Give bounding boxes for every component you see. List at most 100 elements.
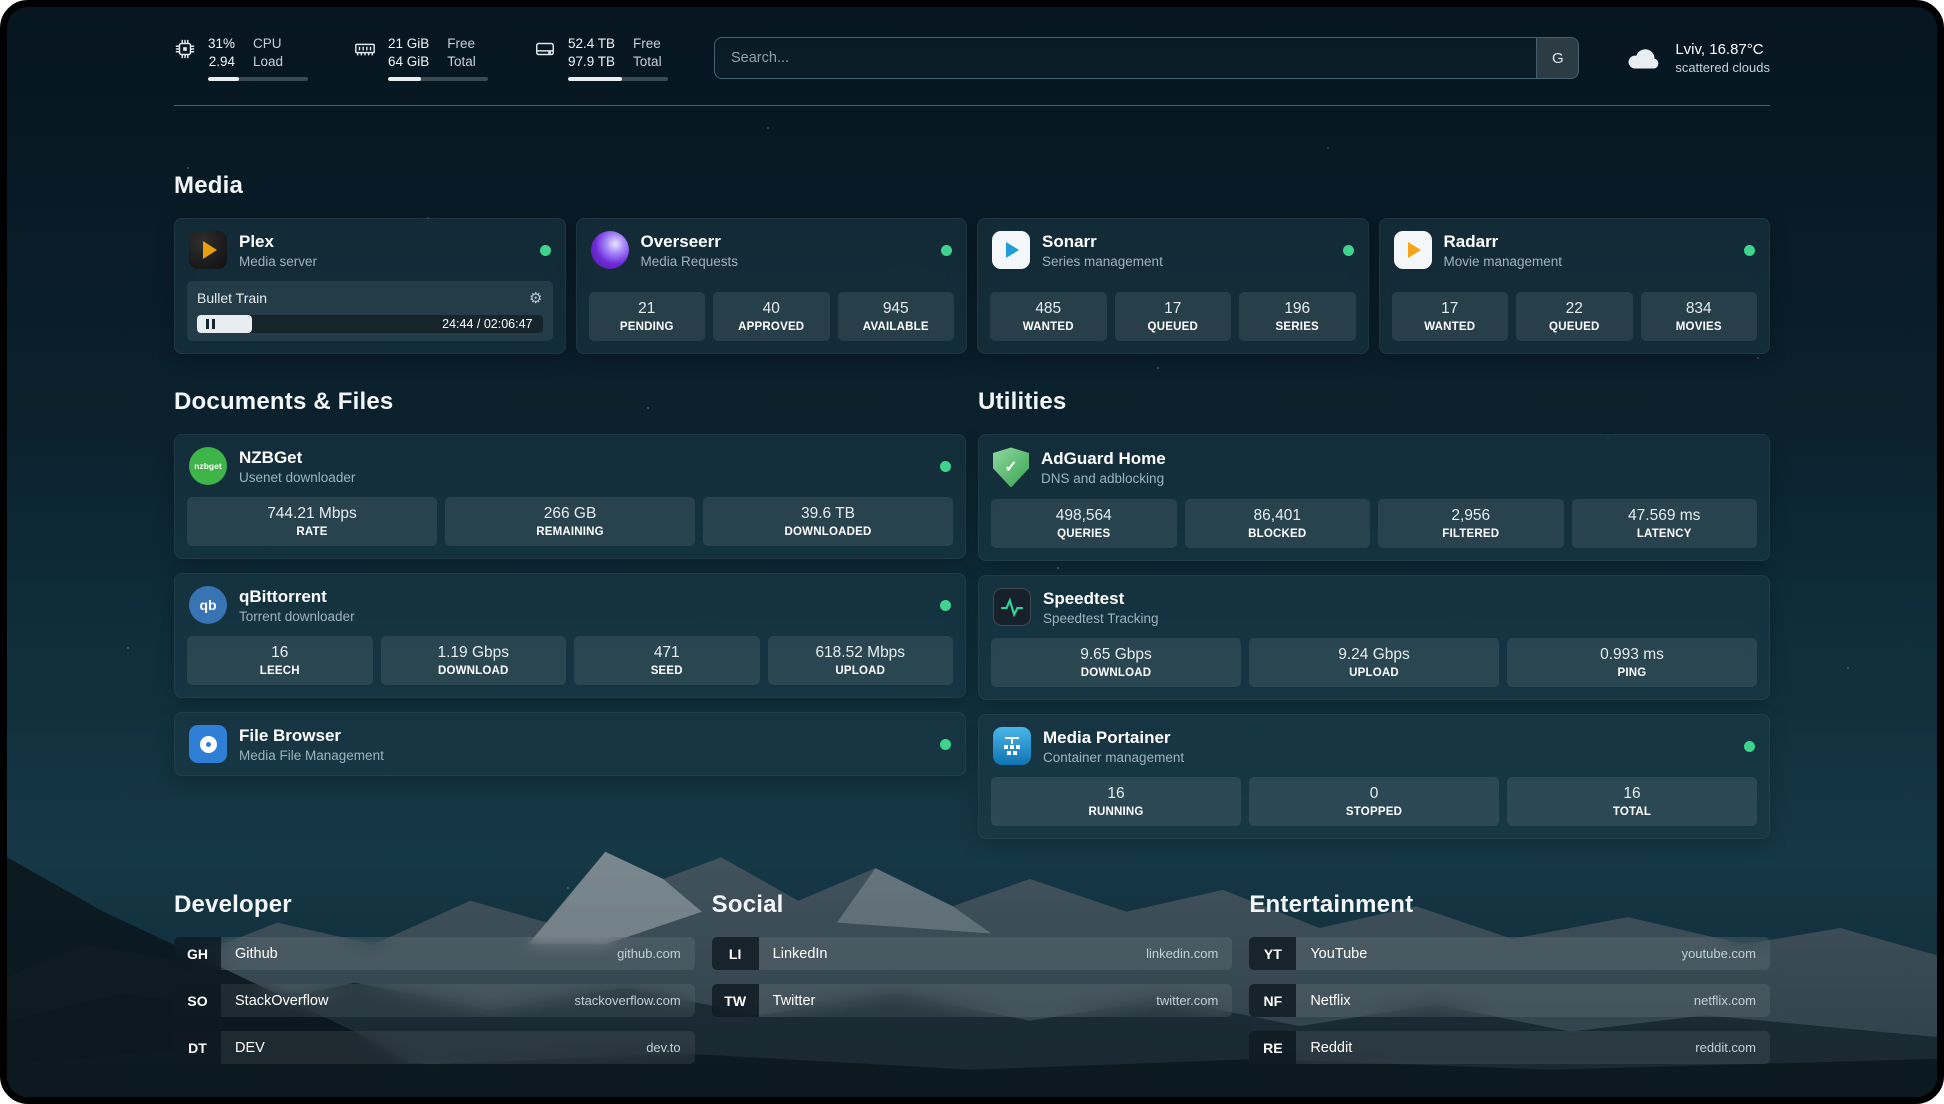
bookmark-abbr: SO [174,984,221,1017]
service-link-overseerr[interactable]: Overseerr Media Requests [577,219,967,281]
service-card-adguard: ✓ AdGuard Home DNS and adblocking 498,56… [978,434,1770,561]
service-name: File Browser [239,726,384,746]
bookmark-row-linkedin[interactable]: LI LinkedIn linkedin.com [712,937,1233,970]
service-subtitle: Series management [1042,254,1163,269]
service-card-portainer: Media Portainer Container management 16R… [978,714,1770,839]
portainer-icon [993,727,1031,765]
service-link-portainer[interactable]: Media Portainer Container management [979,715,1769,777]
cpu-label: CPU [253,35,283,53]
service-card-nzbget: nzbget NZBGet Usenet downloader 744.21 M… [174,434,966,559]
service-card-plex: Plex Media server Bullet Train ⚙ [174,218,566,354]
service-subtitle: Speedtest Tracking [1043,611,1159,626]
cpu-progress-bar [208,77,308,81]
stat-box: 196SERIES [1239,292,1356,341]
service-link-sonarr[interactable]: Sonarr Series management [978,219,1368,281]
bookmark-url: linkedin.com [1132,937,1232,970]
bookmark-abbr: LI [712,937,759,970]
service-link-radarr[interactable]: Radarr Movie management [1380,219,1770,281]
resource-widgets: 31% 2.94 CPU Load [174,35,668,81]
weather-location: Lviv, 16.87°C [1675,41,1770,58]
stat-box: 47.569 msLATENCY [1572,499,1758,548]
service-name: Overseerr [641,232,739,252]
status-dot [1744,245,1755,256]
bookmark-row-twitter[interactable]: TW Twitter twitter.com [712,984,1233,1017]
nzbget-icon: nzbget [189,447,227,485]
status-dot [940,600,951,611]
bookmark-name: DEV [221,1031,632,1064]
bookmark-row-youtube[interactable]: YT YouTube youtube.com [1249,937,1770,970]
bookmark-url: github.com [603,937,695,970]
service-subtitle: Torrent downloader [239,609,355,624]
disk-total-value: 97.9 TB [568,53,615,71]
stat-box: 744.21 MbpsRATE [187,497,437,546]
stat-box: 0.993 msPING [1507,638,1757,687]
bookmark-row-stackoverflow[interactable]: SO StackOverflow stackoverflow.com [174,984,695,1017]
pause-icon[interactable] [206,319,215,329]
memory-progress-bar [388,77,488,81]
topbar-divider [174,105,1770,106]
stat-box: 16RUNNING [991,777,1241,826]
service-name: Media Portainer [1043,728,1184,748]
search-provider-button[interactable]: G [1536,38,1578,78]
bookmark-row-github[interactable]: GH Github github.com [174,937,695,970]
playback-progress-bar[interactable]: 24:44 / 02:06:47 [197,315,543,333]
stat-box: 945AVAILABLE [838,292,955,341]
stat-box: 16LEECH [187,636,373,685]
service-name: Plex [239,232,317,252]
bookmark-url: reddit.com [1681,1031,1770,1064]
bookmark-abbr: NF [1249,984,1296,1017]
adguard-shield-icon: ✓ [993,447,1029,487]
bookmark-row-netflix[interactable]: NF Netflix netflix.com [1249,984,1770,1017]
service-link-plex[interactable]: Plex Media server [175,219,565,281]
bookmark-row-dev[interactable]: DT DEV dev.to [174,1031,695,1064]
bookmark-abbr: TW [712,984,759,1017]
service-link-filebrowser[interactable]: File Browser Media File Management [175,713,965,775]
service-subtitle: Usenet downloader [239,470,355,485]
stat-box: 39.6 TBDOWNLOADED [703,497,953,546]
sonarr-icon [992,231,1030,269]
bookmark-name: Reddit [1296,1031,1681,1064]
service-link-nzbget[interactable]: nzbget NZBGet Usenet downloader [175,435,965,497]
service-link-qbittorrent[interactable]: qb qBittorrent Torrent downloader [175,574,965,636]
service-link-speedtest[interactable]: Speedtest Speedtest Tracking [979,576,1769,638]
service-subtitle: DNS and adblocking [1041,471,1166,486]
service-card-radarr: Radarr Movie management 17WANTED 22QUEUE… [1379,218,1771,354]
radarr-icon [1394,231,1432,269]
section-title-media: Media [174,172,1770,200]
settings-icon[interactable]: ⚙ [529,289,542,307]
bookmark-abbr: YT [1249,937,1296,970]
stat-box: 266 GBREMAINING [445,497,695,546]
cpu-load-label: Load [253,53,283,71]
search-input[interactable] [714,37,1579,79]
cloud-icon [1625,43,1663,73]
bookmark-name: Netflix [1296,984,1680,1017]
disk-progress-bar [568,77,668,81]
stat-box: 86,401BLOCKED [1185,499,1371,548]
stat-box: 9.65 GbpsDOWNLOAD [991,638,1241,687]
stat-box: 498,564QUERIES [991,499,1177,548]
bookmark-url: netflix.com [1680,984,1770,1017]
playback-time: 24:44 / 02:06:47 [442,317,532,331]
bookmark-name: YouTube [1296,937,1667,970]
cpu-icon [174,38,196,60]
stat-box: 40APPROVED [713,292,830,341]
service-link-adguard[interactable]: ✓ AdGuard Home DNS and adblocking [979,435,1769,499]
qbittorrent-icon: qb [189,586,227,624]
cpu-usage-widget: 31% 2.94 CPU Load [174,35,308,81]
topbar: 31% 2.94 CPU Load [174,7,1770,81]
stat-box: 2,956FILTERED [1378,499,1564,548]
memory-total-label: Total [447,53,476,71]
weather-widget: Lviv, 16.87°C scattered clouds [1625,41,1770,75]
status-dot [940,461,951,472]
service-name: NZBGet [239,448,355,468]
service-card-sonarr: Sonarr Series management 485WANTED 17QUE… [977,218,1369,354]
bookmark-abbr: GH [174,937,221,970]
disk-total-label: Total [633,53,662,71]
status-dot [540,245,551,256]
stat-box: 618.52 MbpsUPLOAD [768,636,954,685]
disk-free-label: Free [633,35,662,53]
section-title-entertainment: Entertainment [1249,891,1770,919]
memory-total-value: 64 GiB [388,53,429,71]
bookmark-url: stackoverflow.com [560,984,694,1017]
bookmark-row-reddit[interactable]: RE Reddit reddit.com [1249,1031,1770,1064]
